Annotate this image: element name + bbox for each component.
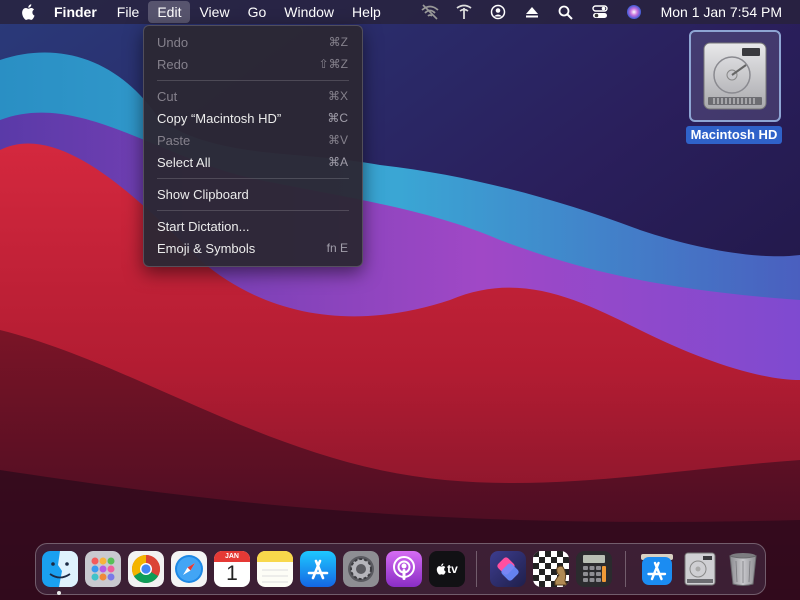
search-icon[interactable] [549, 0, 583, 24]
menu-clock[interactable]: Mon 1 Jan 7:54 PM [651, 4, 800, 20]
menu-bar: Finder File Edit View Go Window Help Mon… [0, 0, 800, 24]
finder-icon[interactable] [42, 551, 78, 587]
menu-item-shortcut: ⇧⌘Z [318, 57, 348, 71]
app-store-downloads-icon[interactable] [639, 551, 675, 587]
menu-item-shortcut: ⌘A [327, 155, 348, 169]
calendar-month: JAN [224, 553, 239, 560]
podcasts-icon[interactable] [386, 551, 422, 587]
finder-running-indicator [57, 591, 61, 595]
menu-item-copy[interactable]: Copy “Macintosh HD” ⌘C [144, 107, 362, 129]
shortcuts-icon[interactable] [490, 551, 526, 587]
desktop-wallpaper [0, 0, 800, 600]
menu-item-shortcut: ⌘C [327, 111, 348, 125]
launchpad-icon[interactable] [85, 551, 121, 587]
system-preferences-icon[interactable] [343, 551, 379, 587]
notes-icon[interactable] [257, 551, 293, 587]
menu-item-shortcut: ⌘V [327, 133, 348, 147]
menu-window[interactable]: Window [275, 1, 343, 23]
menu-item-label: Emoji & Symbols [157, 240, 256, 256]
menu-item-label: Copy “Macintosh HD” [157, 110, 282, 126]
macintosh-hd-icon[interactable] [689, 30, 781, 122]
menu-item-label: Undo [157, 34, 189, 50]
menu-go[interactable]: Go [239, 1, 276, 23]
menu-item-redo[interactable]: Redo ⇧⌘Z [144, 53, 362, 75]
status-area: Mon 1 Jan 7:54 PM [413, 0, 800, 24]
menu-item-label: Show Clipboard [157, 186, 249, 202]
menu-item-shortcut: ⌘X [327, 89, 348, 103]
menu-item-select-all[interactable]: Select All ⌘A [144, 151, 362, 173]
menu-item-label: Paste [157, 132, 191, 148]
menu-separator [157, 210, 349, 211]
menu-separator [157, 178, 349, 179]
menu-view[interactable]: View [190, 1, 238, 23]
menu-help[interactable]: Help [343, 1, 390, 23]
dock-separator [625, 551, 626, 587]
no-wifi-icon[interactable] [413, 0, 447, 24]
menu-item-start-dictation[interactable]: Start Dictation... [144, 215, 362, 237]
menu-app-name[interactable]: Finder [54, 1, 106, 23]
apple-menu-icon[interactable] [18, 3, 38, 21]
menu-item-paste[interactable]: Paste ⌘V [144, 129, 362, 151]
menu-item-cut[interactable]: Cut ⌘X [144, 85, 362, 107]
menu-item-shortcut: fn E [326, 241, 348, 255]
user-icon[interactable] [481, 0, 515, 24]
macintosh-hd-label[interactable]: Macintosh HD [686, 126, 782, 144]
menu-item-emoji-symbols[interactable]: Emoji & Symbols fn E [144, 237, 362, 259]
apple-tv-label: tv [447, 562, 458, 576]
menu-item-label: Redo [157, 56, 189, 72]
menu-item-label: Cut [157, 88, 178, 104]
calculator-icon[interactable] [576, 551, 612, 587]
control-center-icon[interactable] [583, 0, 617, 24]
network-icon[interactable] [447, 0, 481, 24]
edit-menu-dropdown: Undo ⌘Z Redo ⇧⌘Z Cut ⌘X Copy “Macintosh … [143, 25, 363, 267]
macintosh-hd-dock-icon[interactable] [682, 551, 718, 587]
chess-icon[interactable] [533, 551, 569, 587]
menu-edit[interactable]: Edit [148, 1, 191, 23]
menu-item-shortcut: ⌘Z [328, 35, 348, 49]
menu-item-label: Start Dictation... [157, 218, 250, 234]
apple-tv-icon[interactable]: tv [429, 551, 465, 587]
menu-item-label: Select All [157, 154, 211, 170]
calendar-icon[interactable]: JAN 1 [214, 551, 250, 587]
menu-item-show-clipboard[interactable]: Show Clipboard [144, 183, 362, 205]
menu-file[interactable]: File [108, 1, 149, 23]
menu-separator [157, 80, 349, 81]
chrome-icon[interactable] [128, 551, 164, 587]
safari-icon[interactable] [171, 551, 207, 587]
menu-item-undo[interactable]: Undo ⌘Z [144, 31, 362, 53]
trash-icon[interactable] [725, 551, 761, 587]
app-store-icon[interactable] [300, 551, 336, 587]
calendar-day: 1 [226, 562, 238, 585]
dock: JAN 1 tv [35, 543, 766, 595]
siri-icon[interactable] [617, 0, 651, 24]
eject-icon[interactable] [515, 0, 549, 24]
dock-separator [476, 551, 477, 587]
